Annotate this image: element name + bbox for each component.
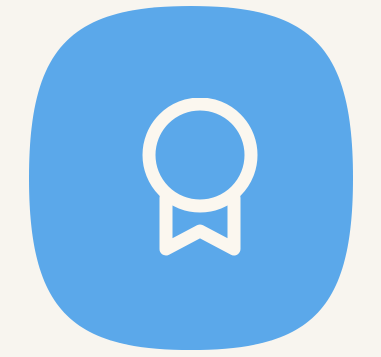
canvas: { "background_color": "#f8f5ef", "app_ic… [0, 0, 381, 357]
medal-circle [142, 98, 258, 213]
award-ribbon-icon [142, 98, 258, 256]
